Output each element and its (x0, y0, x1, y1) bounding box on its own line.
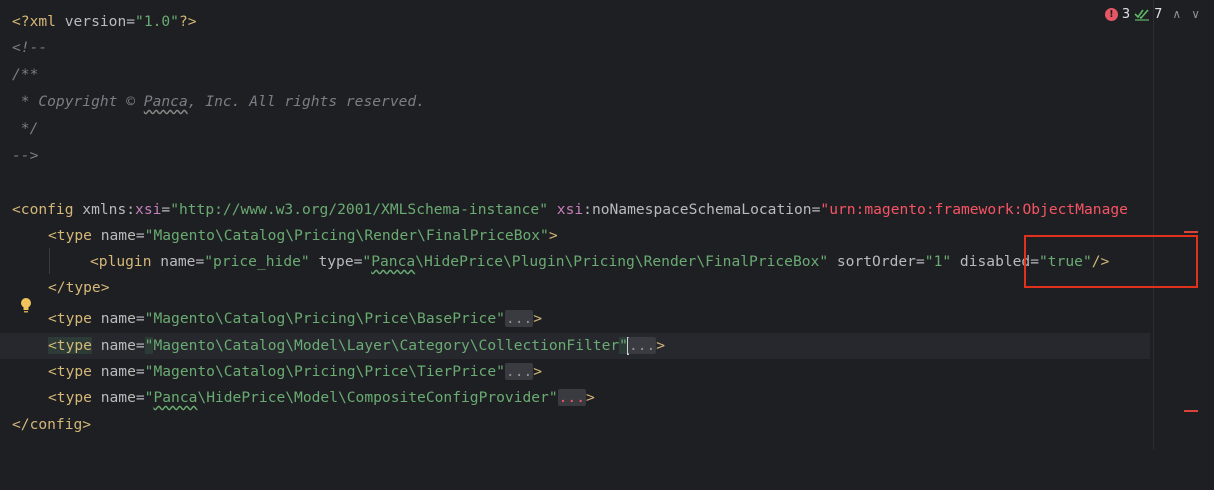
token: = (195, 253, 205, 270)
token: "http://www.w3.org/2001/XMLSchema-instan… (170, 201, 548, 218)
folded-region[interactable]: ... (504, 310, 534, 327)
comment-text: , Inc. All rights reserved. (187, 93, 425, 110)
chevron-down-icon[interactable]: ∨ (1191, 7, 1200, 21)
ok-count: 7 (1154, 6, 1163, 22)
typo-word: Panca (143, 93, 188, 110)
code-line-8[interactable]: <config xmlns:xsi="http://www.w3.org/200… (0, 197, 1150, 223)
code-line-4[interactable]: * Copyright © Panca, Inc. All rights res… (0, 89, 1150, 115)
token: "Magento\Catalog\Pricing\Price\TierPrice… (144, 363, 505, 380)
token: xsi (135, 201, 162, 218)
token: = (135, 389, 145, 406)
code-line-16[interactable]: </config> (0, 412, 1150, 438)
typo-word: Panca (371, 253, 416, 270)
token: xsi (548, 201, 584, 218)
inspection-widget[interactable]: ! 3 7 ∧ ∨ (1104, 4, 1200, 24)
token: Magento\Catalog\Model\Layer\Category\Col… (153, 337, 620, 354)
token: = (135, 227, 145, 244)
code-line-10[interactable]: <plugin name="price_hide" type="Panca\Hi… (0, 249, 1150, 275)
comment-text: /** (12, 66, 39, 83)
token: " (362, 253, 372, 270)
comment-text: */ (12, 120, 39, 137)
token: xml (29, 13, 56, 30)
token: </config> (12, 416, 92, 433)
code-line-6[interactable]: --> (0, 143, 1150, 169)
comment-text: <!-- (12, 39, 48, 56)
token: name (91, 227, 136, 244)
annotation-box (1024, 235, 1198, 288)
token: name (91, 337, 136, 354)
token: "1.0" (135, 13, 179, 30)
token: <config (12, 201, 74, 218)
code-line-9[interactable]: <type name="Magento\Catalog\Pricing\Rend… (0, 223, 1150, 249)
folded-region[interactable]: ... (504, 363, 534, 380)
code-line-12[interactable]: <type name="Magento\Catalog\Pricing\Pric… (0, 306, 1150, 332)
code-line-15[interactable]: <type name="Panca\HidePrice\Model\Compos… (0, 385, 1150, 411)
token: "urn:magento:framework:ObjectManage (820, 201, 1128, 218)
token: xmlns: (73, 201, 136, 218)
token: <type (48, 227, 92, 244)
error-count: 3 (1121, 6, 1131, 22)
token: name (151, 253, 196, 270)
token: <type (48, 389, 92, 406)
token: <plugin (90, 253, 152, 270)
token: \HidePrice\Plugin\Pricing\Render\FinalPr… (415, 253, 829, 270)
comment-text: --> (12, 147, 39, 164)
folded-region[interactable]: ... (557, 389, 586, 406)
code-editor[interactable]: <?xml version="1.0"?> <!-- /** * Copyrig… (0, 0, 1214, 450)
token: type (309, 253, 354, 270)
token: name (91, 310, 136, 327)
error-stripe-marker[interactable] (1184, 231, 1198, 233)
token: sortOrder (828, 253, 916, 270)
token: name (91, 363, 136, 380)
token: ?> (178, 13, 197, 30)
token: > (548, 227, 558, 244)
typo-word: Panca (153, 389, 198, 406)
double-check-icon (1134, 9, 1150, 21)
token: = (135, 363, 145, 380)
token: = (135, 310, 145, 327)
token: version (55, 13, 127, 30)
error-stripe-marker[interactable] (1184, 410, 1198, 412)
token: "1" (924, 253, 952, 270)
token: <type (48, 363, 92, 380)
token: = (161, 201, 171, 218)
token: > (533, 363, 543, 380)
code-line-13[interactable]: <type name="Magento\Catalog\Model\Layer\… (0, 333, 1150, 359)
code-line-1[interactable]: <?xml version="1.0"?> (0, 9, 1150, 35)
token: > (656, 337, 666, 354)
code-line-3[interactable]: /** (0, 62, 1150, 88)
token: :noNamespaceSchemaLocation (583, 201, 812, 218)
token: = (915, 253, 925, 270)
token: <? (12, 13, 30, 30)
token: \HidePrice\Model\CompositeConfigProvider… (197, 389, 558, 406)
exclamation-icon: ! (1104, 7, 1118, 21)
chevron-up-icon[interactable]: ∧ (1172, 7, 1181, 21)
token: = (126, 13, 136, 30)
code-line-11[interactable]: </type> (0, 275, 1150, 301)
code-line-14[interactable]: <type name="Magento\Catalog\Pricing\Pric… (0, 359, 1150, 385)
code-line-5[interactable]: */ (0, 116, 1150, 142)
token: <type (48, 310, 92, 327)
code-line-2[interactable]: <!-- (0, 35, 1150, 61)
right-margin-guide (1153, 0, 1154, 450)
token: <type (48, 337, 92, 354)
token: disabled (951, 253, 1031, 270)
lightbulb-icon[interactable] (20, 296, 32, 316)
token: </type> (48, 279, 110, 296)
token: = (135, 337, 145, 354)
token: "price_hide" (204, 253, 310, 270)
token: name (91, 389, 136, 406)
token: "Magento\Catalog\Pricing\Price\BasePrice… (144, 310, 505, 327)
token: > (586, 389, 595, 406)
token: > (533, 310, 543, 327)
folded-region[interactable]: ... (627, 337, 657, 354)
token: "Magento\Catalog\Pricing\Render\FinalPri… (144, 227, 549, 244)
comment-text: * Copyright © (12, 93, 144, 110)
